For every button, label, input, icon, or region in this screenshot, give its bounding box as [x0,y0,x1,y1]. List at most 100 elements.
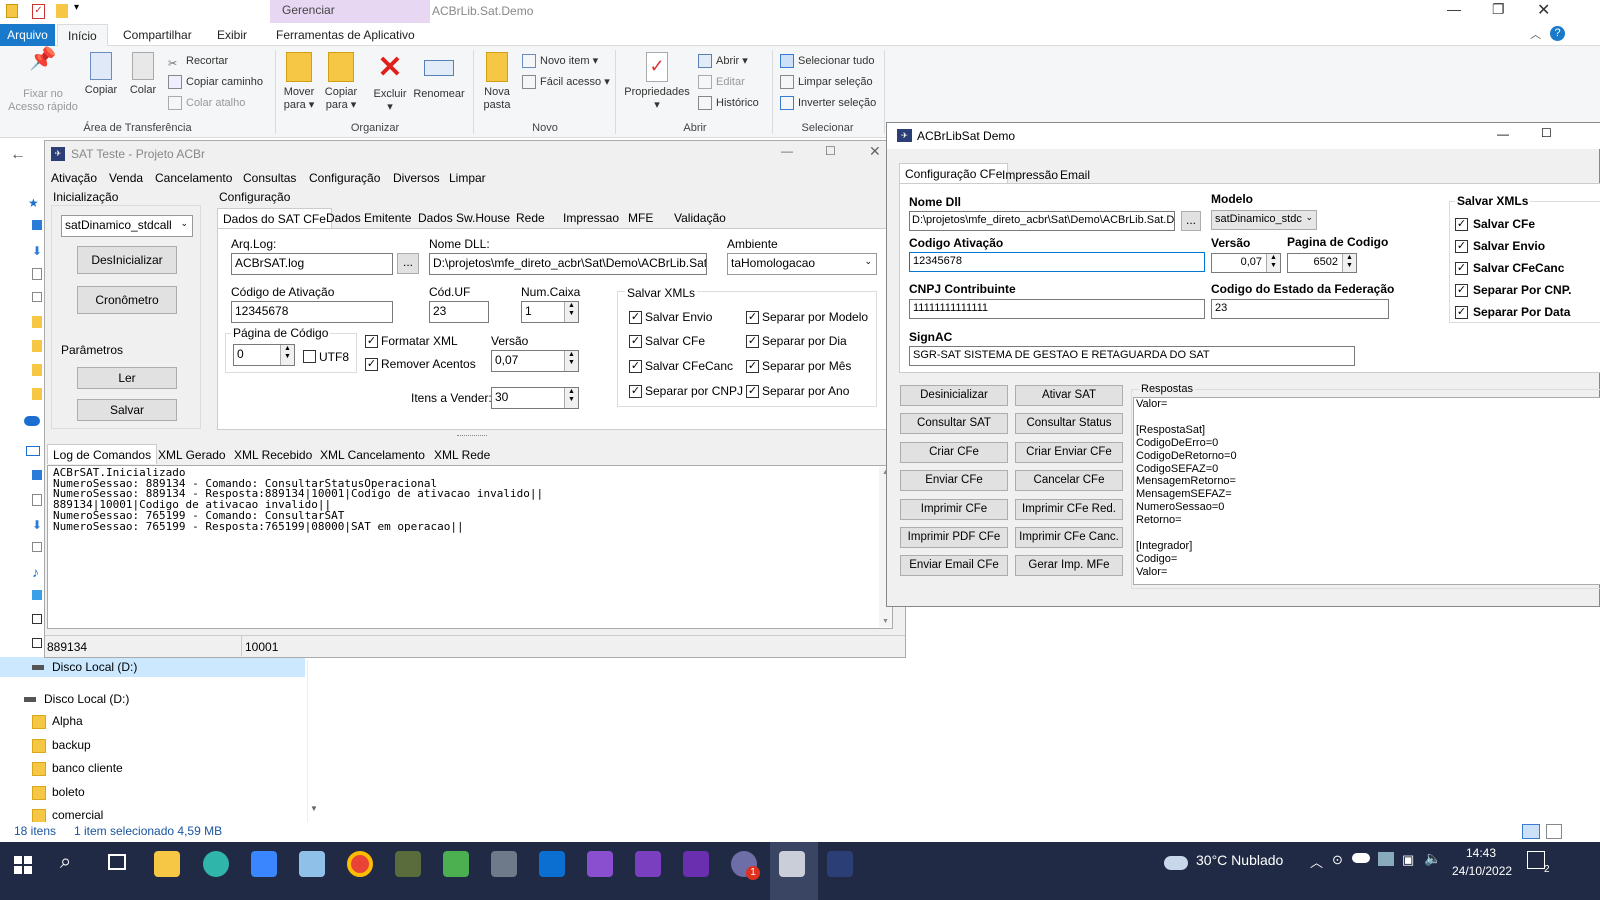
documents-icon[interactable] [32,268,42,280]
copy-button[interactable]: Copiar [82,52,120,97]
store-icon[interactable] [251,851,277,877]
details-view-icon[interactable] [1522,824,1540,839]
minimize-icon[interactable]: — [1497,127,1509,141]
tab-validacao[interactable]: Validação [669,208,731,228]
delete-button[interactable]: ✕ Excluir ▾ [370,52,410,114]
spinner-icon[interactable]: ▲ ▼ [1266,254,1280,272]
tab-email[interactable]: Email [1055,165,1095,185]
clear-selection-button[interactable]: Limpar seleção [780,72,873,92]
modelo-select[interactable]: satDinamico_stdc ⌄ [1211,210,1317,230]
separar-modelo-checkbox[interactable]: ✓ [746,311,759,324]
versao-input[interactable]: 0,07 ▲ ▼ [491,350,579,372]
save-button[interactable]: Salvar [77,399,177,421]
signac-input[interactable]: SGR-SAT SISTEMA DE GESTAO E RETAGUARDA D… [909,346,1355,366]
edge-icon[interactable] [203,851,229,877]
new-folder-icon[interactable] [56,4,68,18]
arqlog-input[interactable]: ACBrSAT.log [231,253,393,275]
file-explorer-icon[interactable] [154,851,180,877]
music-icon[interactable]: ♪ [32,564,39,580]
timer-button[interactable]: Cronômetro [77,286,177,314]
copy-to-button[interactable]: Copiar para ▾ [322,52,360,112]
3d-objects-icon[interactable] [32,590,42,600]
rename-button[interactable]: Renomear [410,52,468,101]
scroll-down-icon[interactable]: ▼ [882,618,889,625]
codativ-input[interactable]: 12345678 [231,301,393,323]
tab-xml-recebido[interactable]: XML Recebido [229,445,317,465]
chrome-icon[interactable] [347,851,373,877]
consultar-sat-button[interactable]: Consultar SAT [900,413,1008,434]
videos-icon[interactable] [32,614,42,624]
numcaixa-input[interactable]: 1 ▲ ▼ [521,301,579,323]
maximize-icon[interactable]: ☐ [1541,126,1552,140]
pictures-icon[interactable] [32,542,42,552]
remove-accents-checkbox[interactable]: ✓ [365,358,378,371]
deinit-button[interactable]: DesInicializar [77,246,177,274]
help-icon[interactable]: ? [1550,26,1565,41]
desinicializar-button[interactable]: Desinicializar [900,385,1008,406]
scroll-down-icon[interactable]: ▼ [310,804,318,813]
folder-item[interactable]: backup [52,738,91,752]
demo-salvar-cfe-checkbox[interactable]: ✓ [1455,218,1468,231]
weather-text[interactable]: 30°C Nublado [1196,852,1283,868]
tab-impressao[interactable]: Impressao [558,208,624,228]
tab-xml-rede[interactable]: XML Rede [429,445,495,465]
menu-limpar[interactable]: Limpar [449,171,486,185]
close-icon[interactable]: ✕ [869,143,881,160]
app-icon[interactable] [491,851,517,877]
chevron-up-icon[interactable]: ︿ [1310,852,1323,871]
nome-dll-browse-button[interactable]: ... [1181,211,1201,231]
separar-cnpj-checkbox[interactable]: ✓ [629,385,642,398]
select-all-button[interactable]: Selecionar tudo [780,51,874,71]
separar-dia-checkbox[interactable]: ✓ [746,335,759,348]
imprimir-cfe-canc-button[interactable]: Imprimir CFe Canc. [1015,527,1123,548]
app-icon[interactable] [395,851,421,877]
download-icon[interactable]: ⬇ [32,244,42,258]
vscode-icon[interactable] [539,851,565,877]
properties-icon[interactable]: ✓ [32,4,45,19]
imprimir-pdf-cfe-button[interactable]: Imprimir PDF CFe [900,527,1008,548]
windows-start-icon[interactable] [14,856,32,874]
spinner-icon[interactable]: ▲ ▼ [564,351,578,371]
back-arrow-icon[interactable]: ← [10,146,26,164]
tab-dados-swhouse[interactable]: Dados Sw.House [413,208,515,228]
pictures-icon[interactable] [32,292,42,302]
demo-separar-data-checkbox[interactable]: ✓ [1455,306,1468,319]
notification-icon[interactable] [1527,851,1545,869]
imprimir-cfe-button[interactable]: Imprimir CFe [900,499,1008,520]
large-icons-view-icon[interactable] [1546,824,1562,839]
visual-studio-icon[interactable] [635,851,661,877]
history-button[interactable]: Histórico [698,93,759,113]
tab-xml-gerado[interactable]: XML Gerado [153,445,231,465]
folder-item[interactable]: Alpha [52,714,83,728]
pagcod-input[interactable]: 0 ▲ ▼ [233,344,295,366]
nav-selected-row[interactable] [0,657,305,677]
utf8-checkbox[interactable] [303,350,316,363]
folder-icon[interactable] [32,340,42,352]
tab-log-comandos[interactable]: Log de Comandos [47,444,158,464]
new-item-button[interactable]: Novo item ▾ [522,51,598,71]
open-button[interactable]: Abrir ▾ [698,51,748,71]
easy-access-button[interactable]: Fácil acesso ▾ [522,72,610,92]
visual-studio-icon[interactable] [587,851,613,877]
network-icon[interactable]: ▣ [1402,852,1414,868]
collapse-ribbon-icon[interactable]: ︿ [1530,26,1541,42]
acbr-project-icon[interactable] [779,851,805,877]
folder-icon[interactable] [32,364,42,376]
onedrive-icon[interactable] [24,416,40,426]
folder-item[interactable]: comercial [52,808,103,822]
spinner-icon[interactable]: ▲ ▼ [1342,254,1356,272]
clock-time[interactable]: 14:43 [1466,846,1496,860]
pin-button[interactable]: 📌 Fixar no Acesso rápido [6,48,80,114]
salvar-envio-checkbox[interactable]: ✓ [629,311,642,324]
salvar-cfe-checkbox[interactable]: ✓ [629,335,642,348]
qat-dropdown-icon[interactable]: ▾ [74,2,79,13]
folder-item[interactable]: boleto [52,785,85,799]
app-icon[interactable] [443,851,469,877]
this-pc-icon[interactable] [26,446,40,456]
tab-dados-sat[interactable]: Dados do SAT CFe [217,208,332,228]
tray-icon[interactable]: ⊙ [1332,852,1343,868]
salvar-cfecanc-checkbox[interactable]: ✓ [629,360,642,373]
tab-mfe[interactable]: MFE [623,208,658,228]
tab-inicio[interactable]: Início [57,24,108,46]
close-icon[interactable]: ✕ [1537,0,1550,20]
